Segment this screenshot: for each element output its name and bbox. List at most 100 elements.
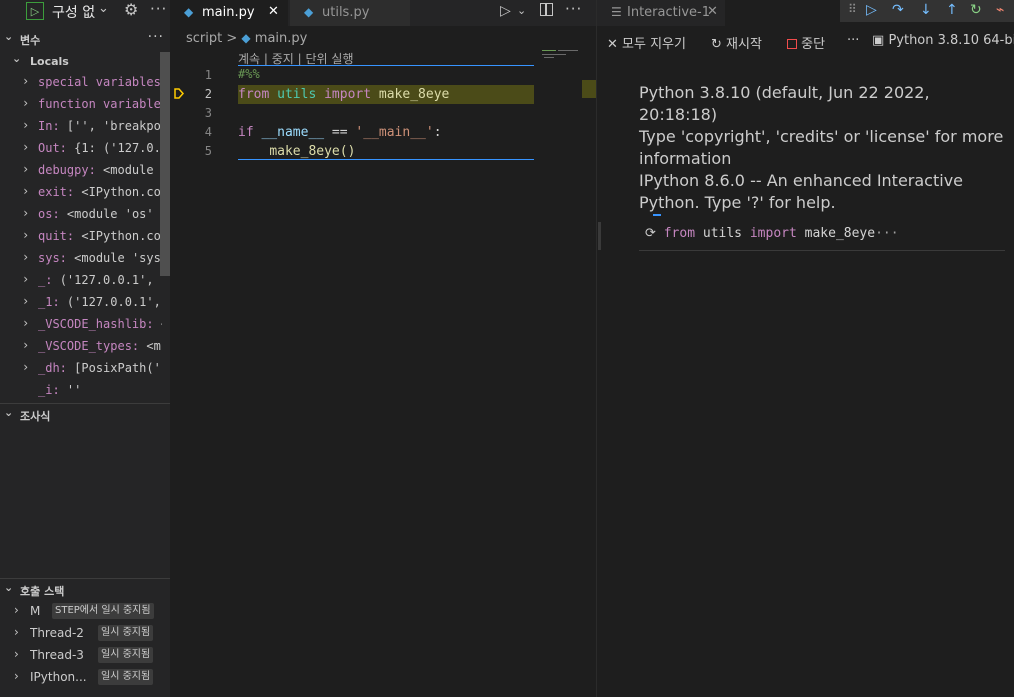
variable-row[interactable]: › _VSCODE_types: <m	[0, 335, 162, 357]
banner-line: Type 'copyright', 'credits' or 'license'…	[639, 127, 1004, 168]
tab-utils-py[interactable]: ◆ utils.py	[290, 0, 410, 26]
interactive-toolbar: ✕ 모두 지우기 ↻ 재시작 중단 ··· ▣ Python 3.8.10 64…	[597, 30, 1014, 54]
chevron-down-icon[interactable]: ⌄	[517, 4, 526, 17]
chevron-right-icon: ›	[22, 74, 30, 88]
variable-name: function variables	[38, 97, 162, 111]
variable-name: sys:	[38, 251, 67, 265]
keyword: from	[663, 226, 696, 241]
variable-row[interactable]: › exit: <IPython.co	[0, 181, 162, 203]
step-over-icon[interactable]: ↷	[892, 2, 904, 18]
variable-row[interactable]: › _1: ('127.0.0.1',	[0, 291, 162, 313]
watch-section-header[interactable]: ⌄ 조사식	[0, 403, 170, 426]
variable-row[interactable]: › _VSCODE_hashlib: <	[0, 313, 162, 335]
variables-section-header[interactable]: ⌄ 변수 ···	[0, 28, 170, 50]
kernel-picker[interactable]: ▣ Python 3.8.10 64-bit	[872, 33, 1014, 48]
start-debugging-icon[interactable]: ▷	[26, 2, 44, 20]
function-name: make_8eye	[378, 87, 450, 102]
code-line-5[interactable]: make_8eye()	[238, 144, 355, 159]
breadcrumb-folder[interactable]: script	[186, 31, 222, 46]
chevron-right-icon: ›	[22, 140, 30, 154]
python-file-icon: ◆	[304, 5, 314, 19]
more-actions-icon[interactable]: ···	[148, 29, 164, 45]
kernel-label: Python 3.8.10 64-bit	[888, 33, 1014, 48]
python-file-icon: ◆	[241, 31, 251, 45]
callstack-section-header[interactable]: ⌄ 호출 스택	[0, 578, 170, 601]
variable-name: debugpy:	[38, 163, 96, 177]
callstack-thread[interactable]: › IPython... 일시 중지됨	[0, 666, 170, 688]
tab-main-py[interactable]: ◆ main.py ✕	[170, 0, 288, 26]
sash-handle[interactable]	[598, 222, 601, 250]
variable-row[interactable]: › os: <module 'os'	[0, 203, 162, 225]
disconnect-icon[interactable]: ⌁	[996, 2, 1004, 18]
line-number: 1	[204, 68, 212, 82]
function-name: make_8eye	[804, 226, 876, 241]
debug-config-select[interactable]: 구성 없	[52, 2, 95, 22]
more-actions-icon[interactable]: ···	[150, 0, 167, 18]
function-call: make_8eye	[269, 144, 340, 159]
variable-row[interactable]: › _: ('127.0.0.1',	[0, 269, 162, 291]
variable-value: <m	[146, 339, 161, 353]
variable-value: <module 'os'	[66, 207, 154, 221]
drag-handle-icon[interactable]: ⠿	[848, 2, 857, 16]
variable-value: <module	[103, 163, 154, 177]
minimap[interactable]	[542, 48, 582, 60]
split-editor-icon[interactable]	[540, 3, 553, 16]
status-badge: 일시 중지됨	[98, 647, 154, 663]
variable-row[interactable]: › function variables	[0, 93, 162, 115]
variable-value: {1: ('127.0.	[74, 141, 161, 155]
restart-button[interactable]: ↻ 재시작	[711, 33, 762, 52]
breadcrumb-file[interactable]: main.py	[255, 31, 308, 46]
more-actions-icon[interactable]: ···	[565, 0, 582, 18]
step-into-icon[interactable]: ↓	[920, 2, 932, 18]
code-line-2[interactable]: from utils import make_8eye	[238, 87, 449, 102]
variables-scrollbar[interactable]	[160, 52, 170, 276]
cell-marker[interactable]: #%%	[238, 67, 260, 81]
line-number: 4	[204, 125, 212, 139]
clear-all-button[interactable]: ✕ 모두 지우기	[607, 33, 686, 52]
chevron-right-icon: ›	[22, 162, 30, 176]
variable-name: quit:	[38, 229, 75, 243]
continue-icon[interactable]: ▷	[866, 2, 877, 18]
kernel-icon: ▣	[872, 33, 885, 48]
string-literal: '__main__'	[355, 125, 434, 140]
close-icon[interactable]: ✕	[707, 4, 718, 19]
tab-interactive-1[interactable]: ☰ Interactive-1 ✕	[597, 0, 725, 26]
code-line-4[interactable]: if __name__ == '__main__':	[238, 125, 442, 140]
input-cursor	[653, 214, 661, 216]
variable-value: ('127.0.0.1',	[66, 295, 161, 309]
thread-name: M	[30, 604, 41, 618]
variable-row[interactable]: _i: ''	[0, 379, 162, 401]
thread-name: Thread-3	[30, 648, 84, 662]
variable-row[interactable]: › special variables	[0, 71, 162, 93]
chevron-right-icon: ›	[22, 294, 30, 308]
variable-row[interactable]: › quit: <IPython.co	[0, 225, 162, 247]
cell-divider	[238, 159, 534, 160]
variables-title: 변수	[20, 34, 41, 47]
chevron-right-icon: ⌄	[4, 406, 14, 419]
tab-label: utils.py	[322, 5, 370, 20]
run-file-icon[interactable]: ▷	[500, 3, 511, 19]
chevron-down-icon[interactable]: ⌄	[98, 1, 109, 16]
variable-name: os:	[38, 207, 60, 221]
callstack-thread[interactable]: › M STEP에서 일시 중지됨	[0, 600, 170, 622]
executed-cell[interactable]: ⟳ from utils import make_8eye···	[645, 226, 899, 241]
locals-scope[interactable]: ⌄ Locals	[0, 50, 170, 72]
variable-row[interactable]: › sys: <module 'sys	[0, 247, 162, 269]
variable-value: ['', 'breakpo	[66, 119, 161, 133]
interrupt-button[interactable]: 중단	[787, 33, 825, 52]
status-badge: 일시 중지됨	[98, 669, 154, 685]
callstack-thread[interactable]: › Thread-2 일시 중지됨	[0, 622, 170, 644]
variable-row[interactable]: › Out: {1: ('127.0.	[0, 137, 162, 159]
more-actions-icon[interactable]: ···	[847, 33, 859, 48]
interrupt-label: 중단	[801, 37, 826, 52]
variable-row[interactable]: › _dh: [PosixPath('	[0, 357, 162, 379]
line-number: 2	[204, 87, 212, 101]
restart-icon[interactable]: ↻	[970, 2, 982, 18]
variable-name: _dh:	[38, 361, 67, 375]
variable-row[interactable]: › In: ['', 'breakpo	[0, 115, 162, 137]
callstack-thread[interactable]: › Thread-3 일시 중지됨	[0, 644, 170, 666]
close-icon[interactable]: ✕	[268, 4, 279, 19]
gear-icon[interactable]: ⚙	[124, 0, 138, 19]
step-out-icon[interactable]: ↑	[946, 2, 958, 18]
variable-row[interactable]: › debugpy: <module	[0, 159, 162, 181]
